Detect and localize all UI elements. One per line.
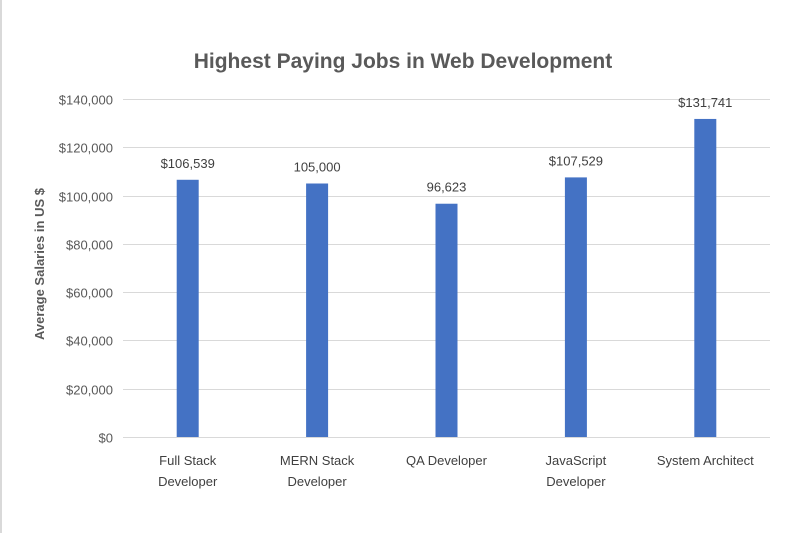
category-label: Developer — [546, 474, 606, 489]
category-label: MERN Stack — [280, 453, 355, 468]
category-label: Full Stack — [159, 453, 217, 468]
data-label: $106,539 — [161, 156, 215, 171]
bar — [694, 118, 717, 438]
data-label: 96,623 — [427, 180, 467, 195]
data-labels: $106,539 105,000 96,623 $107,529 $131,741 — [161, 95, 733, 195]
category-label: QA Developer — [406, 453, 488, 468]
y-tick-label: $80,000 — [66, 238, 113, 253]
y-axis-label: Average Salaries in US $ — [32, 187, 47, 340]
bar — [176, 179, 199, 437]
y-tick-label: $40,000 — [66, 334, 113, 349]
category-label: System Architect — [657, 453, 754, 468]
category-label: Developer — [158, 474, 218, 489]
y-tick-label: $0 — [99, 431, 113, 446]
bar-chart: Highest Paying Jobs in Web Development $… — [32, 50, 770, 489]
y-tick-label: $100,000 — [59, 190, 113, 205]
y-tick-label: $60,000 — [66, 286, 113, 301]
y-tick-label: $140,000 — [59, 93, 113, 108]
category-label: JavaScript — [546, 453, 607, 468]
bar — [564, 177, 587, 437]
data-label: 105,000 — [294, 160, 341, 175]
y-tick-label: $120,000 — [59, 141, 113, 156]
bar — [306, 183, 329, 437]
data-label: $107,529 — [549, 153, 603, 168]
chart-title: Highest Paying Jobs in Web Development — [194, 50, 613, 73]
category-label: Developer — [287, 474, 347, 489]
chart-frame: Highest Paying Jobs in Web Development $… — [0, 0, 800, 533]
x-axis-categories: Full Stack Developer MERN Stack Developer QA… — [158, 453, 754, 489]
y-tick-label: $20,000 — [66, 383, 113, 398]
y-axis-ticks: $0 $20,000 $40,000 $60,000 $80,000 $100,000 $1… — [59, 93, 113, 446]
bar — [435, 203, 458, 437]
data-label: $131,741 — [678, 95, 732, 110]
